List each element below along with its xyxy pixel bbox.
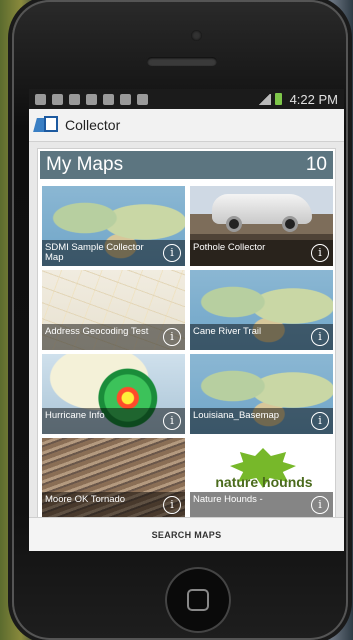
usb-icon (52, 93, 63, 105)
info-icon[interactable]: i (311, 328, 329, 346)
info-icon[interactable]: i (163, 328, 181, 346)
info-icon[interactable]: i (163, 244, 181, 262)
info-icon[interactable]: i (163, 412, 181, 430)
my-maps-count: 10 (305, 154, 327, 175)
map-tile-pothole[interactable]: Pothole Collector i (189, 185, 334, 267)
search-maps-label: SEARCH MAPS (151, 529, 222, 540)
speaker-grille (147, 57, 217, 66)
map-tile-moore-tornado[interactable]: Moore OK Tornado i (41, 437, 186, 519)
voicemail-icon (103, 93, 114, 105)
home-button[interactable] (165, 567, 231, 633)
collector-logo-icon[interactable] (33, 116, 61, 134)
info-icon[interactable]: i (311, 496, 329, 514)
app-bar: Collector (29, 109, 344, 142)
debug-icon (69, 93, 80, 105)
app-title: Collector (65, 117, 121, 133)
signal-icon (256, 93, 271, 105)
map-tile-hurricane[interactable]: Hurricane Info i (41, 353, 186, 435)
info-icon[interactable]: i (163, 496, 181, 514)
my-maps-header: My Maps 10 (38, 149, 335, 181)
screen: 4:22 PM Collector My Maps 10 SDMI Sample… (29, 89, 344, 551)
my-maps-title: My Maps (46, 154, 124, 175)
status-time: 4:22 PM (289, 91, 338, 107)
notification-icon (35, 93, 46, 105)
home-square-icon (187, 589, 209, 611)
status-bar: 4:22 PM (29, 89, 344, 109)
map-tile-louisiana[interactable]: Louisiana_Basemap i (189, 353, 334, 435)
map-tile-nature-hounds[interactable]: nature hounds Nature Hounds - i (189, 437, 334, 519)
download-icon (86, 93, 97, 105)
map-tile-address-geocoding[interactable]: Address Geocoding Test i (41, 269, 186, 351)
battery-icon (274, 93, 282, 105)
info-icon[interactable]: i (311, 412, 329, 430)
map-tile-sdmi[interactable]: SDMI Sample Collector Map i (41, 185, 186, 267)
download-icon-3 (137, 93, 148, 105)
map-tile-cane-river[interactable]: Cane River Trail i (189, 269, 334, 351)
download-icon-2 (120, 93, 131, 105)
camera-icon (191, 30, 202, 41)
my-maps-panel: My Maps 10 SDMI Sample Collector Map i P… (37, 148, 336, 551)
nature-hounds-logo-text: nature hounds (215, 474, 313, 490)
search-maps-button[interactable]: SEARCH MAPS (29, 517, 344, 551)
info-icon[interactable]: i (311, 244, 329, 262)
